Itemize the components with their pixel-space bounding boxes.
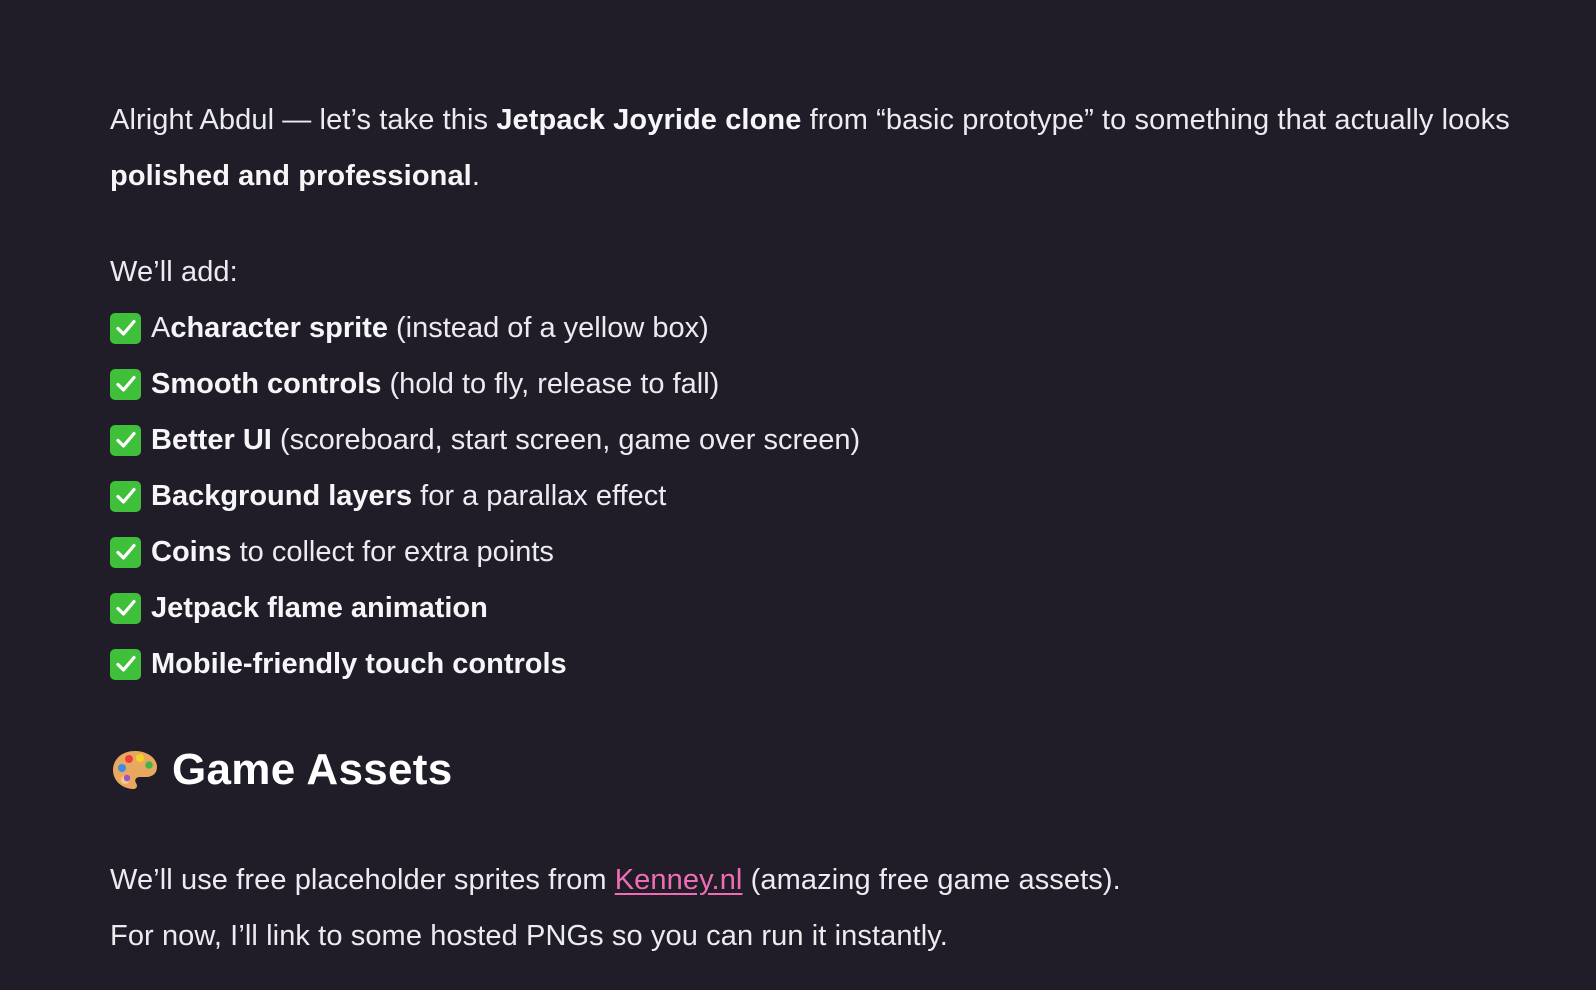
section-title: Game Assets [172,745,453,794]
feature-rest: to collect for extra points [231,536,554,568]
feature-rest: (instead of a yellow box) [387,312,709,344]
feature-rest: (hold to fly, release to fall) [381,368,720,400]
check-mark-icon [110,424,141,456]
artist-palette-icon [113,751,157,790]
add-heading: We’ll add: [110,256,238,288]
feature-bold: Jetpack flame animation [151,592,488,624]
feature-bold: character sprite [170,312,388,344]
feature-rest: for a parallax effect [412,480,667,512]
feature-pre: A [151,312,171,344]
check-mark-icon [110,480,141,512]
intro-paragraph: Alright Abdul — let’s take this Jetpack … [110,92,1550,204]
check-mark-icon [110,368,141,400]
list-item: Better UI (scoreboard, start screen, gam… [110,412,1550,468]
list-item: Coins to collect for extra points [110,524,1550,580]
assets-line-2: For now, I’ll link to some hosted PNGs s… [110,920,948,952]
intro-bold-2: polished and professional [110,160,472,192]
section-heading: Game Assets [110,740,1550,800]
feature-bold: Better UI [151,424,272,456]
list-item: Smooth controls (hold to fly, release to… [110,356,1550,412]
message-content: Alright Abdul — let’s take this Jetpack … [110,92,1550,964]
check-mark-icon [110,592,141,624]
intro-text-2: from “basic prototype” to something that… [801,104,1510,136]
assets-text-pre: We’ll use free placeholder sprites from [110,864,615,896]
feature-list: A character sprite (instead of a yellow … [110,300,1550,692]
feature-rest: (scoreboard, start screen, game over scr… [271,424,861,456]
feature-bold: Smooth controls [151,368,382,400]
assets-text-post: (amazing free game assets). [742,864,1121,896]
check-mark-icon [110,648,141,680]
intro-text-1: Alright Abdul — let’s take this [110,104,497,136]
list-item: Mobile-friendly touch controls [110,636,1550,692]
list-item: A character sprite (instead of a yellow … [110,300,1550,356]
intro-bold-1: Jetpack Joyride clone [496,104,802,136]
assets-line-1: We’ll use free placeholder sprites from … [110,852,1550,908]
intro-text-3: . [471,160,480,192]
feature-bold: Coins [151,536,232,568]
check-mark-icon [110,536,141,568]
check-mark-icon [110,312,141,344]
list-item: Background layers for a parallax effect [110,468,1550,524]
feature-bold: Background layers [151,480,413,512]
list-item: Jetpack flame animation [110,580,1550,636]
feature-bold: Mobile-friendly touch controls [151,648,567,680]
kenney-link[interactable]: Kenney.nl [615,864,743,896]
